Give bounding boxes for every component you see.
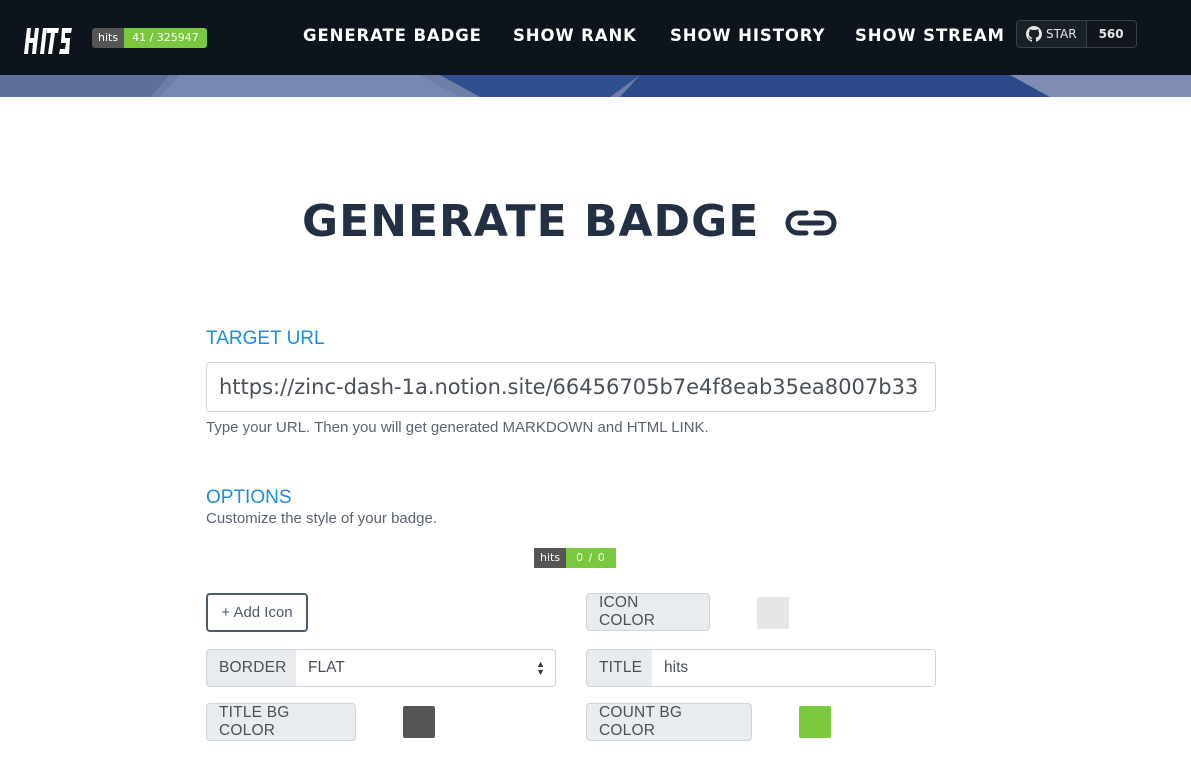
border-label: BORDER [206,649,297,687]
github-icon [1026,26,1042,42]
badge-preview-count: 0 / 0 [566,548,616,568]
count-bg-color-swatch[interactable] [799,706,831,738]
badge-preview-title: hits [534,548,567,568]
page-title: GENERATE BADGE [302,196,760,247]
badge-preview: hits 0 / 0 [534,548,616,568]
border-select-value: FLAT [308,659,345,676]
title-input[interactable] [652,649,936,687]
target-url-label: TARGET URL [206,328,325,349]
count-bg-color-label: COUNT BG COLOR [586,703,752,741]
nav-show-rank[interactable]: SHOW RANK [513,26,637,45]
navbar: hits 41 / 325947 GENERATE BADGE SHOW RAN… [0,0,1191,75]
title-bg-color-swatch[interactable] [403,706,435,738]
target-url-help: Type your URL. Then you will get generat… [206,419,709,436]
github-star-button[interactable]: STAR [1016,20,1087,48]
hero-banner-strip [0,75,1191,97]
github-star-label: STAR [1046,27,1077,41]
link-icon[interactable] [784,203,838,243]
target-url-input[interactable] [206,362,936,412]
nav-show-history[interactable]: SHOW HISTORY [670,26,825,45]
add-icon-button[interactable]: + Add Icon [206,593,308,632]
title-bg-color-label: TITLE BG COLOR [206,703,356,741]
border-select[interactable]: FLAT ▲ ▼ [296,649,556,687]
options-label: OPTIONS [206,487,292,508]
select-arrows-icon: ▲ ▼ [536,659,545,677]
title-label: TITLE [586,649,653,687]
options-help: Customize the style of your badge. [206,510,437,527]
banner-pattern [0,75,1191,97]
github-star-count[interactable]: 560 [1086,20,1137,48]
icon-color-label: ICON COLOR [586,593,710,631]
icon-color-swatch[interactable] [757,597,789,629]
nav-links: GENERATE BADGE SHOW RANK SHOW HISTORY SH… [0,0,1191,75]
github-star-widget: STAR 560 [1016,20,1137,48]
nav-show-stream[interactable]: SHOW STREAM [855,26,1005,45]
nav-generate-badge[interactable]: GENERATE BADGE [303,26,482,45]
